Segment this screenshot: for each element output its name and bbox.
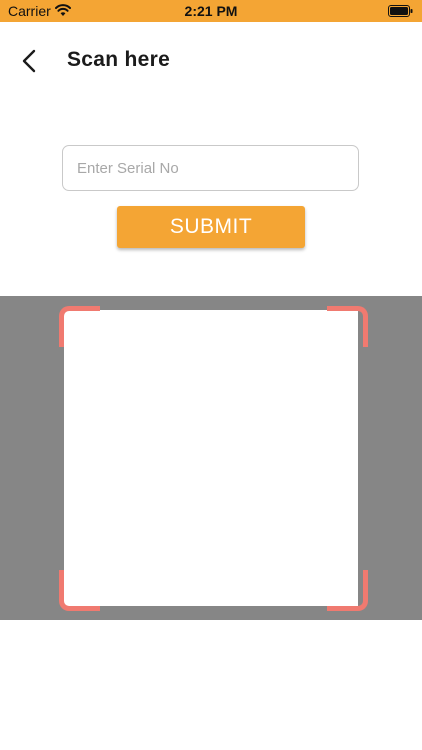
scan-frame-corner-bottom-right bbox=[327, 570, 368, 611]
scan-window bbox=[64, 310, 358, 606]
serial-number-input[interactable] bbox=[62, 145, 359, 191]
status-bar: Carrier 2:21 PM bbox=[0, 0, 422, 22]
battery-icon bbox=[388, 5, 413, 17]
scan-frame-corner-top-right bbox=[327, 306, 368, 347]
header: Scan here bbox=[0, 22, 422, 100]
chevron-left-icon bbox=[22, 49, 36, 73]
scan-frame-corner-top-left bbox=[59, 306, 100, 347]
submit-button[interactable]: SUBMIT bbox=[117, 206, 305, 248]
back-button[interactable] bbox=[14, 46, 44, 76]
clock-time: 2:21 PM bbox=[184, 3, 238, 19]
scan-frame-corner-bottom-left bbox=[59, 570, 100, 611]
scanner-area bbox=[0, 296, 422, 620]
page-title: Scan here bbox=[67, 48, 171, 71]
